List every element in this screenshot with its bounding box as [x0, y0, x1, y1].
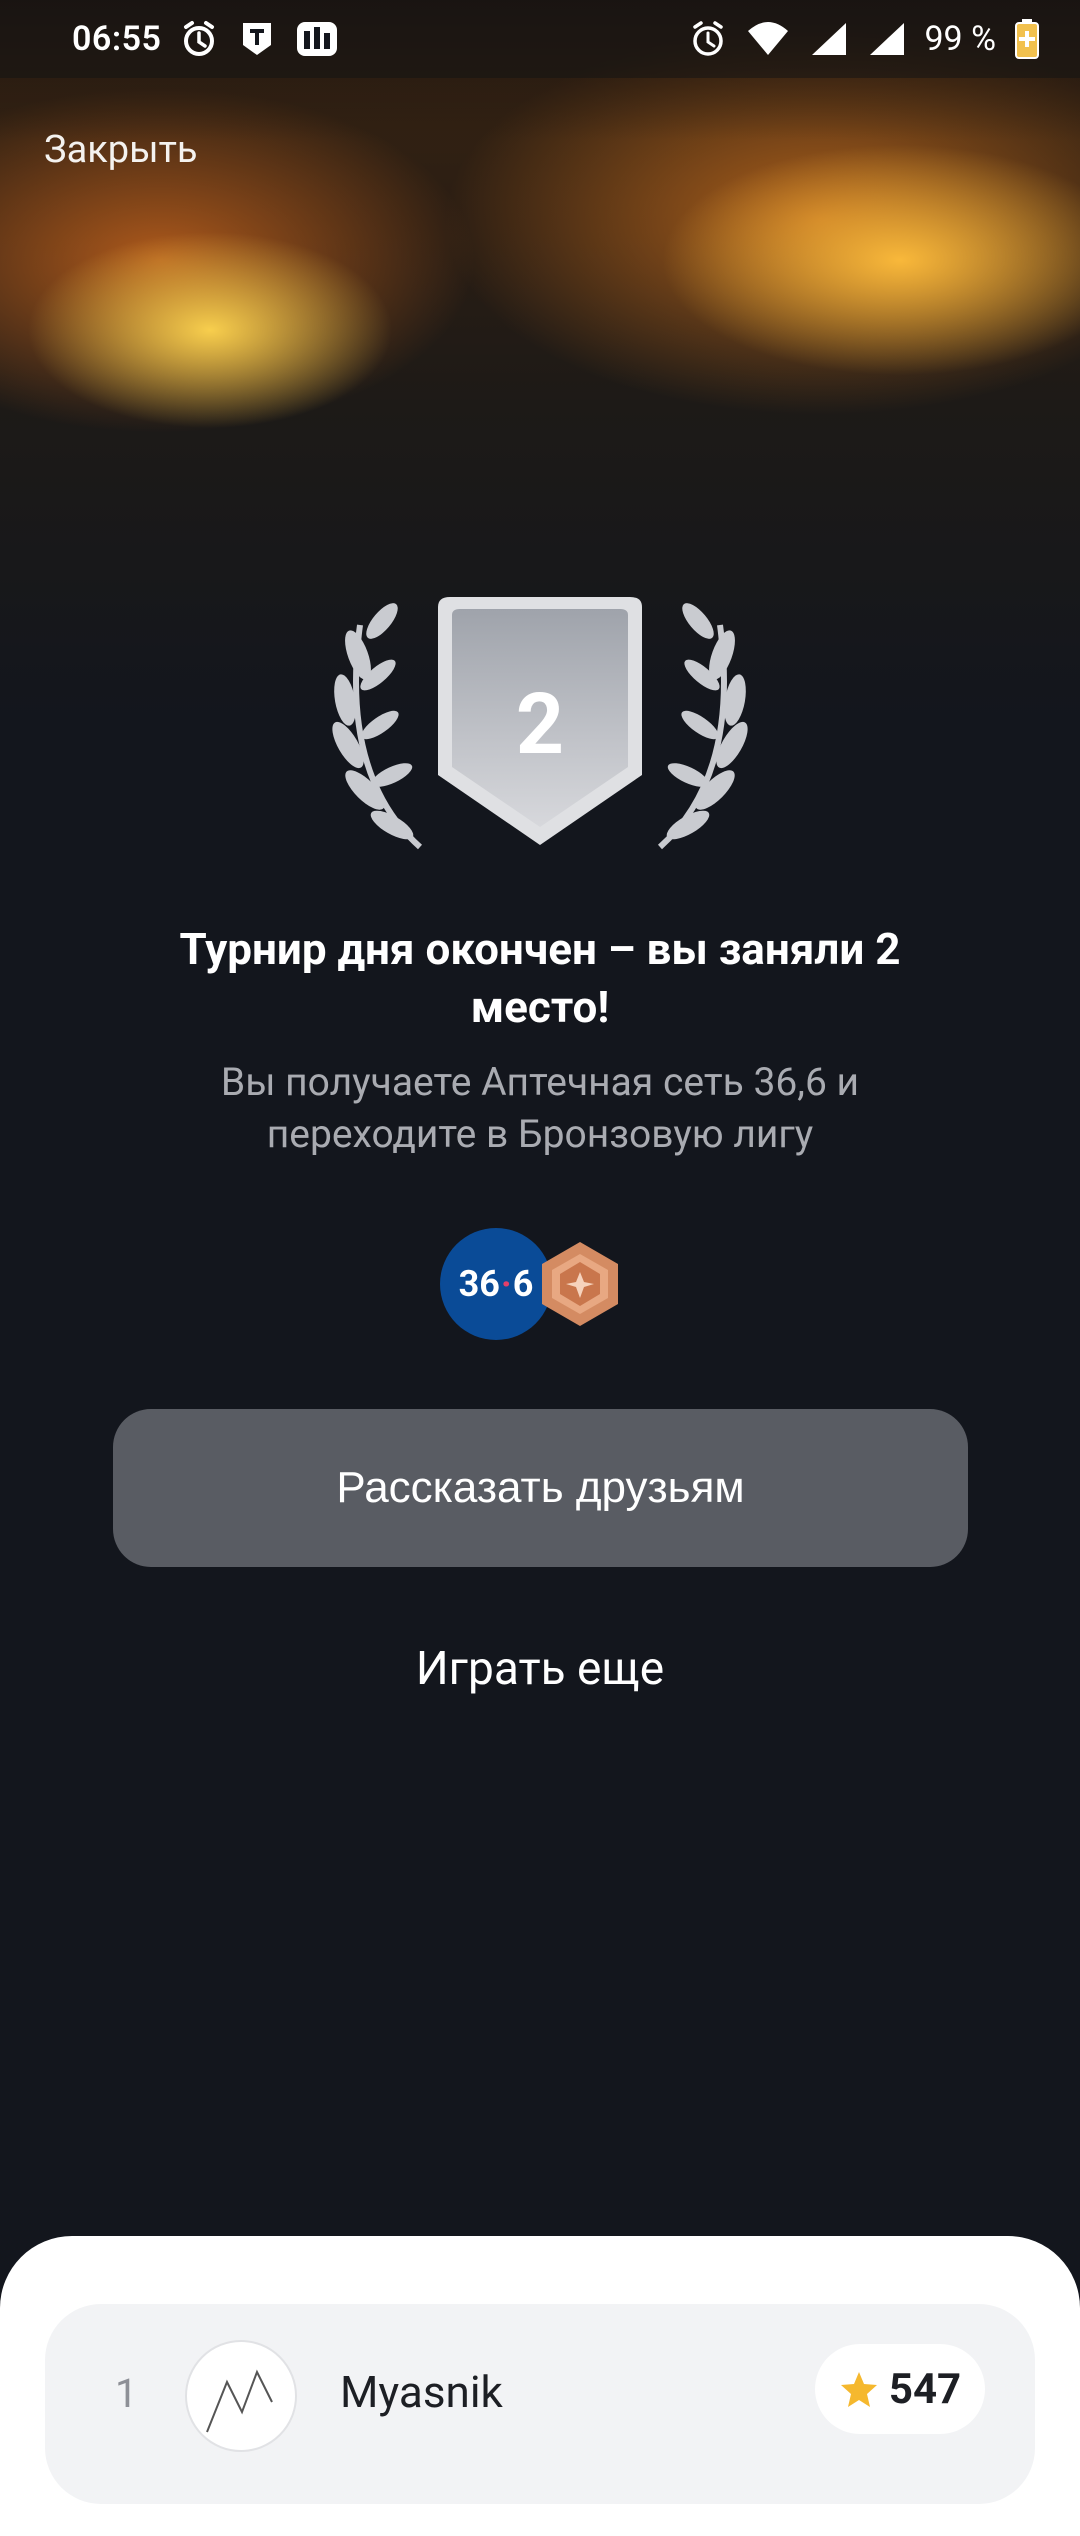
leaderboard-score: 547 — [888, 2364, 962, 2414]
leaderboard-sheet[interactable]: 1 Myasnik 547 — [0, 2236, 1080, 2536]
t-app-icon — [237, 19, 277, 59]
battery-icon — [1014, 18, 1040, 60]
battery-percent: 99 % — [924, 19, 996, 59]
close-button[interactable]: Закрыть — [44, 128, 198, 172]
result-title: Турнир дня окончен – вы заняли 2 место! — [179, 923, 901, 1033]
play-again-button[interactable]: Играть еще — [0, 1642, 1080, 1696]
leaderboard-rank: 1 — [115, 2370, 138, 2417]
alarm-icon — [688, 19, 728, 59]
place-number: 2 — [515, 675, 565, 774]
wifi-icon — [746, 19, 790, 59]
status-bar: 06:55 99 % — [0, 0, 1080, 78]
place-badge: 2 — [320, 585, 760, 865]
brand-logo-text-left: 36 — [458, 1263, 500, 1305]
status-time: 06:55 — [72, 19, 162, 59]
alarm-icon — [179, 19, 219, 59]
brand-logo-text-right: 6 — [512, 1263, 534, 1305]
signal-icon — [808, 19, 848, 59]
bronze-league-icon — [542, 1242, 618, 1326]
leaderboard-player-name: Myasnik — [340, 2366, 503, 2418]
star-icon — [840, 2372, 877, 2407]
avatar — [185, 2340, 297, 2452]
signal-icon — [866, 19, 906, 59]
leaderboard-row[interactable]: 1 Myasnik 547 — [45, 2304, 1035, 2504]
score-badge: 547 — [815, 2344, 985, 2434]
brand-logo-dot: · — [500, 1263, 512, 1305]
share-with-friends-button[interactable]: Рассказать друзьям — [113, 1409, 968, 1567]
wallet-app-icon — [295, 19, 339, 59]
rewards: 36 · 6 — [440, 1228, 650, 1343]
result-subtitle: Вы получаете Аптечная сеть 36,6 и перехо… — [220, 1059, 860, 1157]
